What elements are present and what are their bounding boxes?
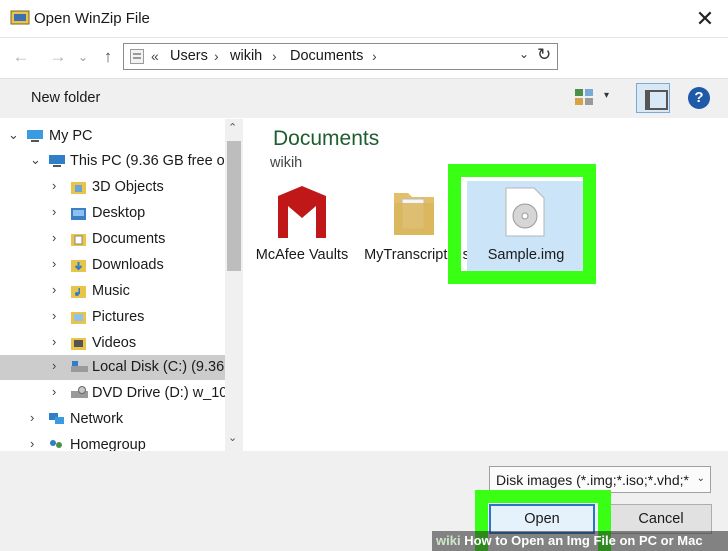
folder-downloads-icon xyxy=(71,260,86,272)
folder-videos-icon xyxy=(71,338,86,350)
sidebar-item-music[interactable]: › Music xyxy=(0,279,225,304)
refresh-icon[interactable]: ↻ xyxy=(537,45,551,65)
address-dropdown-icon[interactable]: ⌄ xyxy=(519,47,529,61)
expand-chevron-icon[interactable]: › xyxy=(52,230,56,245)
navigation-bar: ← → ⌄ ↑ « Users › wikih › Documents › ⌄ … xyxy=(0,38,728,76)
recent-locations-icon[interactable]: ⌄ xyxy=(72,47,94,67)
breadcrumb-wikih[interactable]: wikih xyxy=(230,48,262,64)
new-folder-button[interactable]: New folder xyxy=(31,90,100,106)
address-bar[interactable]: « Users › wikih › Documents › ⌄ ↻ xyxy=(123,43,558,70)
preview-pane-button[interactable] xyxy=(636,83,670,113)
chevron-down-icon[interactable]: ⌄ xyxy=(697,473,705,484)
sidebar-item-this-pc[interactable]: ⌄ This PC (9.36 GB free of xyxy=(0,149,225,174)
sidebar-item-local-disk[interactable]: › Local Disk (C:) (9.36 G xyxy=(0,355,225,380)
sidebar-item-videos[interactable]: › Videos xyxy=(0,331,225,356)
sidebar-item-label: Documents xyxy=(92,231,166,247)
view-dropdown-icon[interactable]: ▾ xyxy=(604,90,609,101)
watermark: wiki How to Open an Img File on PC or Ma… xyxy=(432,531,728,551)
sidebar-item-network[interactable]: › Network xyxy=(0,407,225,432)
expand-chevron-icon[interactable]: › xyxy=(52,204,56,219)
scrollbar-thumb[interactable] xyxy=(227,141,241,271)
sidebar-item-label: Videos xyxy=(92,335,137,351)
sidebar-item-homegroup[interactable]: › Homegroup xyxy=(0,433,225,451)
sidebar-item-label: Homegroup xyxy=(70,437,146,451)
sidebar-item-3d-objects[interactable]: › 3D Objects xyxy=(0,175,225,200)
homegroup-icon xyxy=(50,440,62,448)
sidebar-item-downloads[interactable]: › Downloads xyxy=(0,253,225,278)
sidebar-item-label: DVD Drive (D:) w_10_ xyxy=(92,385,225,401)
sidebar-item-label: Pictures xyxy=(92,309,145,325)
folder-documents-icon xyxy=(71,234,86,246)
collapse-chevron-icon[interactable]: ⌄ xyxy=(30,152,41,168)
navigation-pane: ⌄ My PC ⌄ This PC (9.36 GB free of › 3D … xyxy=(0,119,225,451)
sidebar-scrollbar[interactable]: ⌃ ⌄ xyxy=(225,119,243,451)
folder-subheading: wikih xyxy=(270,155,303,171)
expand-chevron-icon[interactable]: › xyxy=(52,384,56,399)
folder-location-icon xyxy=(130,49,144,64)
mcafee-icon xyxy=(278,186,326,238)
expand-chevron-icon[interactable]: › xyxy=(52,334,56,349)
breadcrumb-separator-icon[interactable]: › xyxy=(214,48,219,64)
folder-icon xyxy=(394,193,434,235)
this-pc-icon xyxy=(49,155,65,167)
overflow-chevron-icon[interactable]: « xyxy=(151,48,159,64)
breadcrumb-documents[interactable]: Documents xyxy=(290,48,363,64)
winzip-app-icon xyxy=(10,10,30,25)
file-label: McAfee Vaults xyxy=(255,247,349,263)
sidebar-item-label: 3D Objects xyxy=(92,179,164,195)
sidebar-item-pictures[interactable]: › Pictures xyxy=(0,305,225,330)
sidebar-item-label: Desktop xyxy=(92,205,146,221)
sidebar-item-dvd-drive[interactable]: › DVD Drive (D:) w_10_ xyxy=(0,381,225,406)
folder-heading: Documents xyxy=(273,127,380,150)
file-list-pane: Documents wikih McAfee Vaults MyTranscri… xyxy=(243,119,728,451)
watermark-brand: wiki xyxy=(436,533,461,548)
expand-chevron-icon[interactable]: › xyxy=(52,256,56,271)
window-title: Open WinZip File xyxy=(34,10,150,27)
toolbar: New folder ▾ ? xyxy=(0,78,728,118)
local-disk-icon xyxy=(71,361,88,372)
file-item-mcafee-vaults[interactable]: McAfee Vaults xyxy=(243,179,361,279)
file-type-value: Disk images (*.img;*.iso;*.vhd;* xyxy=(496,472,689,488)
watermark-text: How to Open an Img File on PC or Mac xyxy=(464,533,703,548)
sidebar-item-label: This PC (9.36 GB free of xyxy=(70,153,225,169)
sidebar-item-desktop[interactable]: › Desktop xyxy=(0,201,225,226)
expand-chevron-icon[interactable]: › xyxy=(30,410,34,425)
sidebar-item-documents[interactable]: › Documents xyxy=(0,227,225,252)
view-options-icon[interactable] xyxy=(574,88,594,106)
breadcrumb-separator-icon[interactable]: › xyxy=(272,48,277,64)
expand-chevron-icon[interactable]: › xyxy=(52,308,56,323)
folder-3d-icon xyxy=(71,182,86,194)
breadcrumb-separator-icon[interactable]: › xyxy=(372,48,377,64)
expand-chevron-icon[interactable]: › xyxy=(30,436,34,451)
up-arrow-icon[interactable]: ↑ xyxy=(97,47,119,67)
scroll-down-icon[interactable]: ⌄ xyxy=(228,431,237,444)
my-pc-icon xyxy=(27,130,43,142)
sidebar-item-label: Downloads xyxy=(92,257,164,273)
cancel-button[interactable]: Cancel xyxy=(610,504,712,534)
breadcrumb-users[interactable]: Users xyxy=(170,48,208,64)
forward-arrow-icon[interactable]: → xyxy=(47,47,69,67)
sidebar-item-label: Local Disk (C:) (9.36 G xyxy=(92,359,225,375)
sidebar-item-my-pc[interactable]: ⌄ My PC xyxy=(0,124,225,149)
sidebar-item-label: Network xyxy=(70,411,124,427)
folder-desktop-icon xyxy=(71,208,86,220)
close-button[interactable]: ✕ xyxy=(688,3,722,35)
file-type-select[interactable]: Disk images (*.img;*.iso;*.vhd;* ⌄ xyxy=(489,466,711,493)
expand-chevron-icon[interactable]: › xyxy=(52,282,56,297)
scroll-up-icon[interactable]: ⌃ xyxy=(228,121,237,134)
folder-pictures-icon xyxy=(71,312,86,324)
expand-chevron-icon[interactable]: › xyxy=(52,358,56,373)
annotation-highlight xyxy=(448,164,596,284)
expand-chevron-icon[interactable]: › xyxy=(52,178,56,193)
sidebar-item-label: My PC xyxy=(49,128,93,144)
collapse-chevron-icon[interactable]: ⌄ xyxy=(8,127,19,143)
sidebar-item-label: Music xyxy=(92,283,130,299)
title-bar: Open WinZip File ✕ xyxy=(0,0,728,38)
back-arrow-icon[interactable]: ← xyxy=(10,47,32,67)
help-icon[interactable]: ? xyxy=(688,87,710,109)
network-icon xyxy=(49,413,64,424)
dvd-drive-icon xyxy=(71,386,88,398)
folder-music-icon xyxy=(71,286,86,298)
